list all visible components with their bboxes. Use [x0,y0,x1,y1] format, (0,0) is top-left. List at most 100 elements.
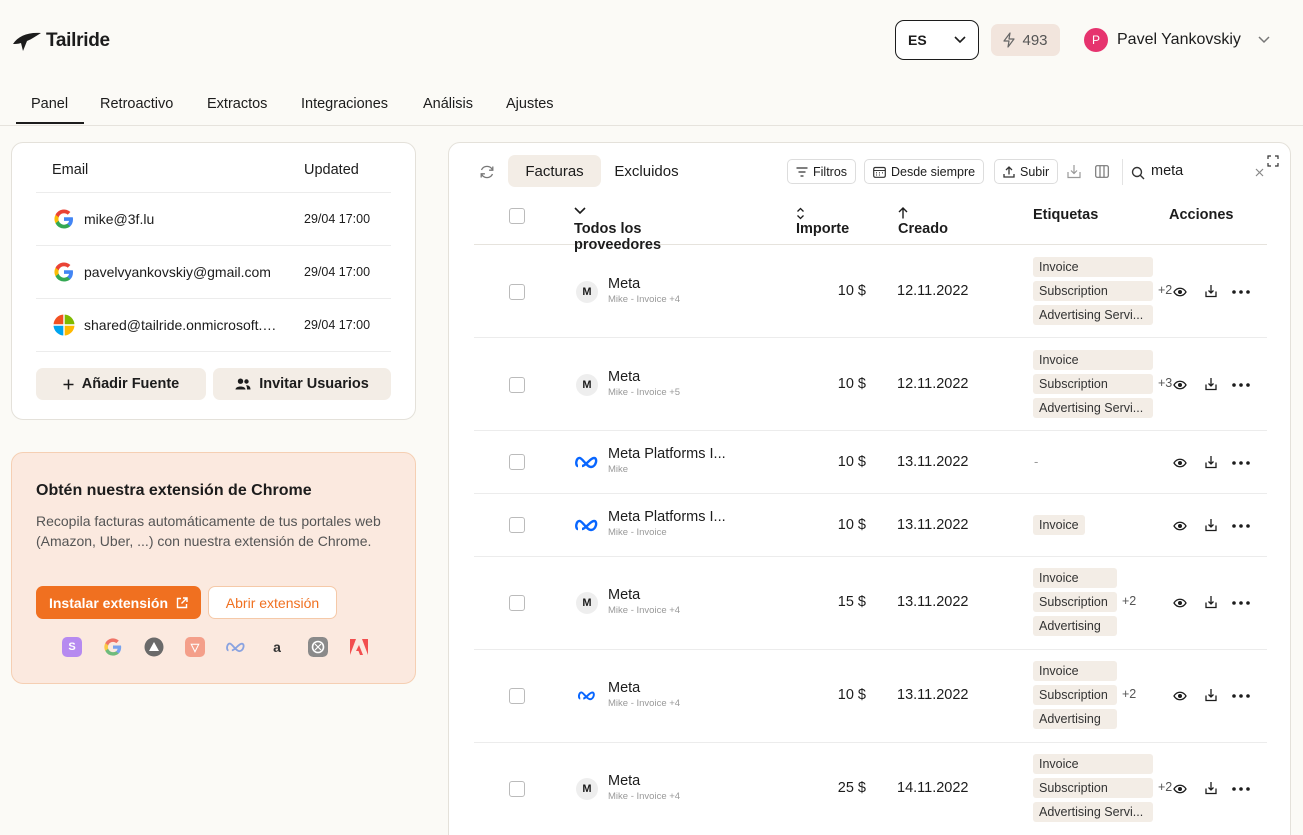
tag[interactable]: Advertising [1033,709,1117,729]
amount: 10 $ [837,454,866,470]
tag[interactable]: Subscription [1033,685,1117,705]
table-header: Todos los proveedores Importe Creado Eti… [474,193,1267,253]
more-tags[interactable]: +3 [1158,376,1172,390]
tag[interactable]: Invoice [1033,350,1153,370]
eye-icon[interactable] [1173,456,1187,470]
tab-excluidos[interactable]: Excluidos [601,155,692,187]
source-row[interactable]: mike@3f.lu 29/04 17:00 [36,193,391,246]
tab-panel[interactable]: Panel [16,96,85,124]
filter-icon [796,166,808,177]
tag[interactable]: Advertising Servi... [1033,802,1153,822]
more-options-icon[interactable] [1231,689,1251,703]
sort-created[interactable]: Creado [898,207,948,237]
tab-retroactivo[interactable]: Retroactivo [100,96,173,112]
user-menu[interactable]: P Pavel Yankovskiy [1084,28,1270,52]
table-row[interactable]: M Meta Mike - Invoice +4 25 $ 14.11.2022… [474,743,1267,835]
download-icon[interactable] [1204,688,1218,702]
more-options-icon[interactable] [1231,596,1251,610]
eye-icon[interactable] [1173,596,1187,610]
tab-analisis[interactable]: Análisis [423,96,473,112]
refresh-icon[interactable] [479,164,495,180]
tag[interactable]: Invoice [1033,257,1153,277]
tag[interactable]: Advertising Servi... [1033,305,1153,325]
install-extension-button[interactable]: Instalar extensión [36,586,201,619]
sort-amount[interactable]: Importe [796,207,849,237]
search-input[interactable]: meta [1151,163,1183,179]
more-options-icon[interactable] [1231,378,1251,392]
filters-button[interactable]: Filtros [787,159,857,184]
table-row[interactable]: Meta Platforms I... Mike - Invoice 10 $ … [474,494,1267,557]
table-row[interactable]: M Meta Mike - Invoice +4 15 $ 13.11.2022… [474,557,1267,650]
select-all-checkbox[interactable] [509,208,525,224]
download-icon[interactable] [1204,518,1218,532]
tag[interactable]: Invoice [1033,515,1085,535]
download-icon[interactable] [1204,595,1218,609]
eye-icon[interactable] [1173,519,1187,533]
tag[interactable]: Invoice [1033,661,1117,681]
language-select[interactable]: ES [895,20,979,60]
download-icon[interactable] [1204,455,1218,469]
upload-button[interactable]: Subir [994,159,1059,184]
more-options-icon[interactable] [1231,285,1251,299]
more-options-icon[interactable] [1231,456,1251,470]
open-extension-button[interactable]: Abrir extensión [208,586,337,619]
row-checkbox[interactable] [509,284,525,300]
table-row[interactable]: Meta Mike - Invoice +4 10 $ 13.11.2022 I… [474,650,1267,743]
download-icon[interactable] [1204,284,1218,298]
supported-portals: S ▽ a [62,637,369,657]
eye-icon[interactable] [1173,782,1187,796]
upload-label: Subir [1020,164,1050,179]
tag[interactable]: Invoice [1033,568,1117,588]
download-icon[interactable] [1204,781,1218,795]
row-checkbox[interactable] [509,517,525,533]
tag[interactable]: Subscription [1033,592,1117,612]
source-row[interactable]: pavelvyankovskiy@gmail.com 29/04 17:00 [36,246,391,299]
date-range-button[interactable]: Desde siempre [864,159,985,184]
tab-extractos[interactable]: Extractos [207,96,267,112]
logo[interactable]: Tailride [12,30,110,52]
more-tags[interactable]: +2 [1158,283,1172,297]
amount: 10 $ [837,517,866,533]
more-tags[interactable]: +2 [1122,594,1136,608]
add-source-button[interactable]: Añadir Fuente [36,368,206,400]
tag[interactable]: Subscription [1033,778,1153,798]
more-options-icon[interactable] [1231,782,1251,796]
row-checkbox[interactable] [509,781,525,797]
tag[interactable]: Subscription [1033,281,1153,301]
tab-ajustes[interactable]: Ajustes [506,96,554,112]
user-name: Pavel Yankovskiy [1117,31,1241,48]
tag[interactable]: Subscription [1033,374,1153,394]
table-row[interactable]: M Meta Mike - Invoice +4 10 $ 12.11.2022… [474,245,1267,338]
expand-icon[interactable] [1267,155,1279,167]
clear-search-icon[interactable] [1255,168,1264,177]
vendor-logo: M [576,778,598,800]
credits-badge[interactable]: 493 [991,24,1060,56]
tab-facturas[interactable]: Facturas [508,155,601,187]
row-checkbox[interactable] [509,688,525,704]
tab-integraciones[interactable]: Integraciones [301,96,388,112]
columns-icon[interactable] [1095,165,1109,178]
eye-icon[interactable] [1173,689,1187,703]
vendor-filter[interactable]: Todos los proveedores [574,207,661,253]
meta-icon [226,642,245,653]
tag[interactable]: Invoice [1033,754,1153,774]
row-checkbox[interactable] [509,454,525,470]
source-row[interactable]: shared@tailride.onmicrosoft.com 29/04 17… [36,299,391,352]
more-options-icon[interactable] [1231,519,1251,533]
tag[interactable]: Advertising Servi... [1033,398,1153,418]
more-tags[interactable]: +2 [1122,687,1136,701]
vendor-subtitle: Mike - Invoice +5 [608,387,681,398]
tag[interactable]: Advertising [1033,616,1117,636]
more-tags[interactable]: +2 [1158,780,1172,794]
download-icon[interactable] [1067,164,1081,179]
row-checkbox[interactable] [509,595,525,611]
download-icon[interactable] [1204,377,1218,391]
table-row[interactable]: Meta Platforms I... Mike 10 $ 13.11.2022… [474,431,1267,494]
invite-users-button[interactable]: Invitar Usuarios [213,368,391,400]
eye-icon[interactable] [1173,378,1187,392]
google-icon [54,262,73,282]
eye-icon[interactable] [1173,285,1187,299]
row-checkbox[interactable] [509,377,525,393]
arc-icon [144,637,164,657]
table-row[interactable]: M Meta Mike - Invoice +5 10 $ 12.11.2022… [474,338,1267,431]
